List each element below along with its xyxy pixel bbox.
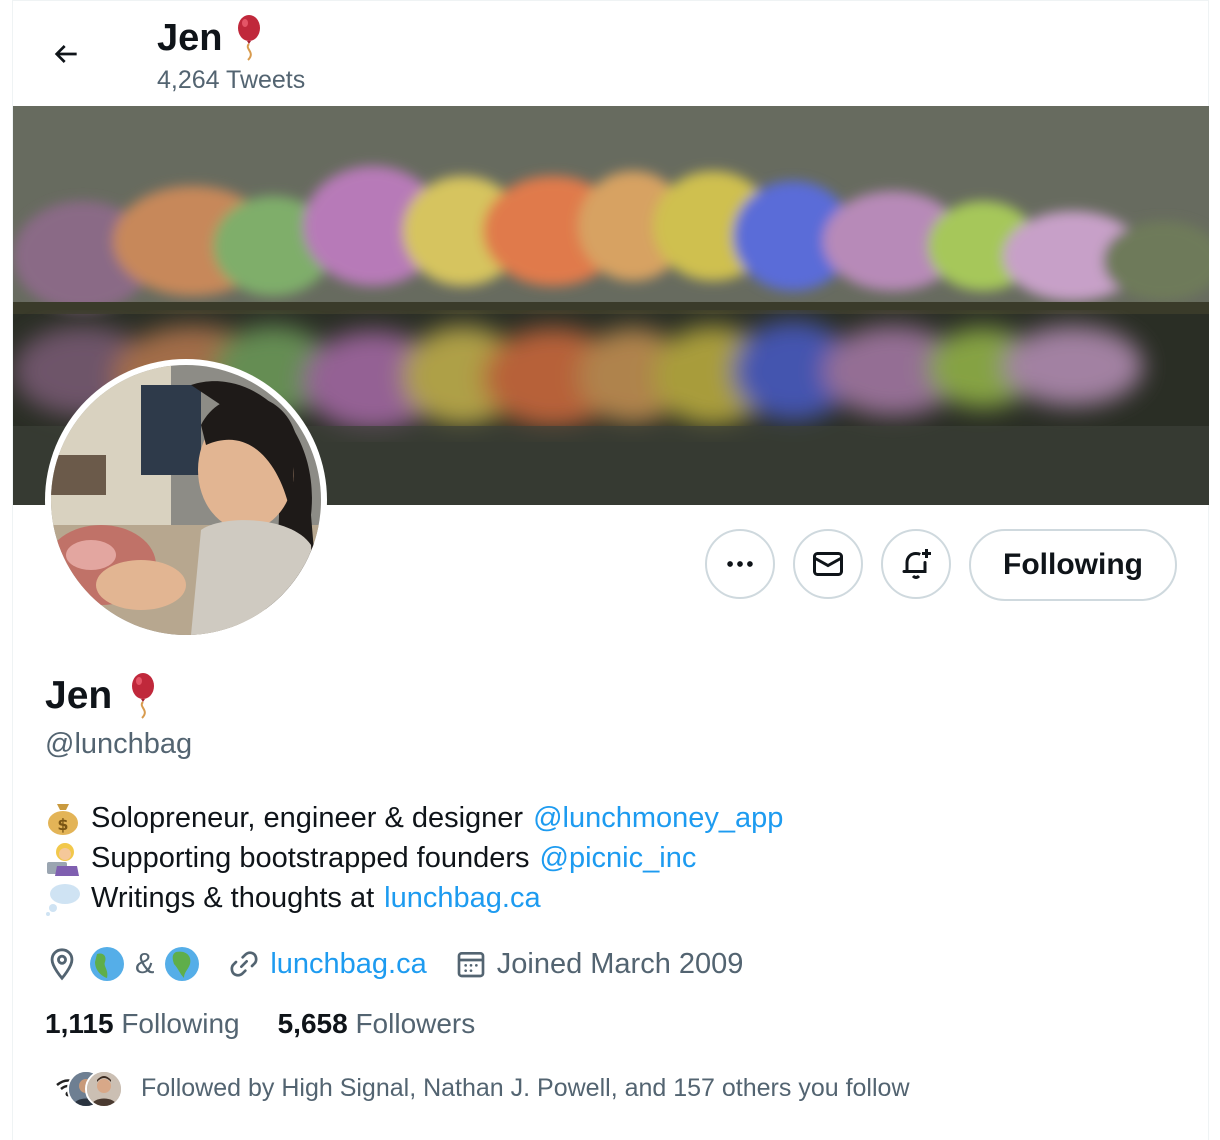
location: & xyxy=(45,946,200,982)
profile-bio: $ Solopreneur, engineer & designer @lunc… xyxy=(45,798,783,918)
bio-text: Solopreneur, engineer & designer xyxy=(91,802,524,834)
bell-plus-icon xyxy=(902,549,931,579)
location-pin-icon xyxy=(50,948,74,981)
profile-avatar[interactable] xyxy=(45,359,327,641)
profile-name: Jen xyxy=(45,674,113,717)
globe-africa-icon xyxy=(165,947,200,981)
header-title: Jen xyxy=(157,14,264,62)
following-count: 1,115 xyxy=(45,1008,114,1039)
following-count-link[interactable]: 1,115 Following xyxy=(45,1008,240,1040)
bio-line: $ Solopreneur, engineer & designer @lunc… xyxy=(45,798,783,838)
website-link[interactable]: lunchbag.ca xyxy=(270,948,426,981)
followed-by[interactable]: Followed by High Signal, Nathan J. Powel… xyxy=(45,1068,910,1108)
bio-mention-link[interactable]: @picnic_inc xyxy=(540,838,697,878)
bio-text: Supporting bootstrapped founders xyxy=(91,842,530,874)
arrow-left-icon xyxy=(54,45,77,63)
followers-count-link[interactable]: 5,658 Followers xyxy=(278,1008,476,1040)
header-name: Jen xyxy=(157,17,223,59)
join-date: Joined March 2009 xyxy=(455,947,744,981)
mail-icon xyxy=(813,552,843,576)
calendar-icon xyxy=(457,952,485,978)
profile-meta: & lunchbag.ca Joined March 2009 xyxy=(45,942,771,986)
profile-name-row: Jen xyxy=(45,672,158,720)
profile-handle: @lunchbag xyxy=(45,728,193,760)
more-button[interactable] xyxy=(705,529,775,599)
following-label: Following xyxy=(121,1008,240,1039)
money-bag-icon: $ xyxy=(45,800,81,836)
bio-line: Writings & thoughts at lunchbag.ca xyxy=(45,878,783,918)
message-button[interactable] xyxy=(793,529,863,599)
followers-label: Followers xyxy=(355,1008,476,1039)
technologist-icon xyxy=(45,840,81,876)
followers-you-know-avatars xyxy=(45,1068,125,1108)
joined-text: Joined March 2009 xyxy=(496,947,744,980)
profile-header: Jen 4,264 Tweets xyxy=(0,0,1220,106)
bio-mention-link[interactable]: @lunchmoney_app xyxy=(533,798,783,838)
followers-count: 5,658 xyxy=(277,1008,348,1039)
avatar xyxy=(85,1070,123,1108)
balloon-icon xyxy=(132,673,155,719)
bio-line: Supporting bootstrapped founders @picnic… xyxy=(45,838,783,878)
more-icon xyxy=(727,561,753,567)
avatar-photo xyxy=(51,365,321,635)
notifications-button[interactable] xyxy=(881,529,951,599)
followed-by-text: Followed by High Signal, Nathan J. Powel… xyxy=(141,1073,910,1102)
svg-text:$: $ xyxy=(57,815,68,834)
bio-text: Writings & thoughts at xyxy=(91,882,375,914)
following-button[interactable]: Following xyxy=(969,529,1177,601)
link-icon xyxy=(230,951,258,977)
globe-americas-icon xyxy=(90,947,124,981)
thought-balloon-icon xyxy=(45,880,81,916)
tweet-count: 4,264 Tweets xyxy=(157,66,306,94)
location-separator: & xyxy=(135,947,155,980)
follow-counts: 1,115 Following 5,658 Followers xyxy=(45,1008,475,1040)
website: lunchbag.ca xyxy=(228,948,427,981)
bio-website-link[interactable]: lunchbag.ca xyxy=(384,878,540,918)
balloon-icon xyxy=(238,15,261,61)
back-button[interactable] xyxy=(36,24,96,84)
